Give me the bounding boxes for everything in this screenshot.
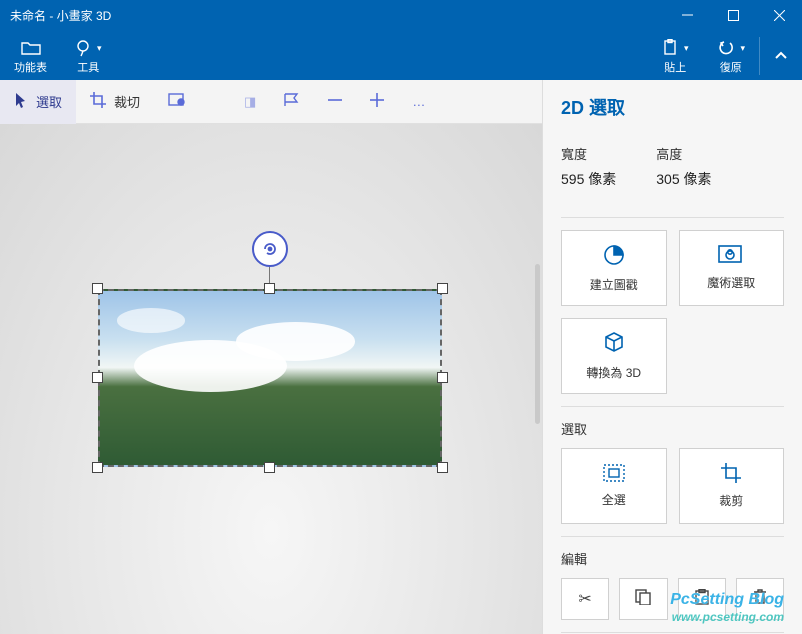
undo-icon: ▾ bbox=[716, 37, 745, 59]
minus-icon bbox=[328, 93, 342, 110]
edit-section-label: 編輯 bbox=[561, 549, 784, 568]
crop-icon bbox=[90, 92, 106, 111]
magic-select-tool-button[interactable] bbox=[154, 80, 200, 124]
tool-plus-button[interactable] bbox=[356, 80, 398, 124]
ribbon: 功能表 ▾ 工具 ▾ 貼上 ▾ 復原 bbox=[0, 30, 802, 80]
tool-3d-button[interactable]: ◨ bbox=[230, 80, 270, 124]
panel-title: 2D 選取 bbox=[561, 94, 784, 120]
plus-icon bbox=[370, 93, 384, 110]
copy-button[interactable] bbox=[619, 578, 667, 620]
copy-icon bbox=[635, 589, 651, 610]
magic-select-button[interactable]: 魔術選取 bbox=[679, 230, 785, 306]
paste-button[interactable]: ▾ 貼上 bbox=[648, 33, 703, 79]
make-3d-button[interactable]: 轉換為 3D bbox=[561, 318, 667, 394]
resize-handle-e[interactable] bbox=[437, 372, 448, 383]
more-icon: … bbox=[412, 94, 427, 109]
collapse-ribbon-button[interactable] bbox=[760, 33, 802, 79]
scissors-icon: ✂ bbox=[578, 589, 591, 609]
window-title: 未命名 - 小畫家 3D bbox=[10, 7, 111, 24]
cursor-icon bbox=[14, 92, 28, 111]
secondary-toolbar: 選取 裁切 ◨ … bbox=[0, 80, 542, 124]
tools-button[interactable]: ▾ 工具 bbox=[61, 33, 116, 79]
canvas-stage[interactable] bbox=[0, 124, 542, 634]
titlebar: 未命名 - 小畫家 3D bbox=[0, 0, 802, 30]
watermark: PcSetting Blog www.pcsetting.com bbox=[670, 590, 784, 624]
rotate-handle[interactable] bbox=[252, 231, 288, 267]
magic-select-icon bbox=[718, 245, 744, 268]
resize-handle-n[interactable] bbox=[264, 283, 275, 294]
selection-box[interactable] bbox=[98, 289, 442, 467]
folder-icon bbox=[21, 37, 41, 59]
sticker-icon bbox=[602, 243, 626, 270]
resize-handle-nw[interactable] bbox=[92, 283, 103, 294]
shape3d-icon: ◨ bbox=[244, 94, 256, 110]
tool-more-button[interactable]: … bbox=[398, 80, 441, 124]
crop-tool-button[interactable]: 裁切 bbox=[76, 80, 154, 124]
make-sticker-button[interactable]: 建立圖戳 bbox=[561, 230, 667, 306]
cube-icon bbox=[602, 331, 626, 358]
paste-icon: ▾ bbox=[662, 37, 689, 59]
balloon-icon: ▾ bbox=[75, 37, 102, 59]
crop-icon bbox=[721, 463, 741, 486]
resize-handle-s[interactable] bbox=[264, 462, 275, 473]
selected-image[interactable] bbox=[98, 289, 442, 467]
magic-select-icon bbox=[168, 93, 186, 110]
width-label: 寬度 bbox=[561, 144, 616, 163]
properties-panel: 2D 選取 寬度 595 像素 高度 305 像素 建立圖戳 魔術選取 bbox=[542, 80, 802, 634]
cut-button[interactable]: ✂ bbox=[561, 578, 609, 620]
height-label: 高度 bbox=[656, 144, 711, 163]
height-value: 305 像素 bbox=[656, 169, 711, 189]
resize-handle-sw[interactable] bbox=[92, 462, 103, 473]
flag-icon bbox=[284, 93, 300, 110]
select-all-icon bbox=[603, 464, 625, 485]
undo-button[interactable]: ▾ 復原 bbox=[702, 33, 759, 79]
maximize-button[interactable] bbox=[710, 0, 756, 30]
select-section-label: 選取 bbox=[561, 419, 784, 438]
minimize-button[interactable] bbox=[664, 0, 710, 30]
menu-button[interactable]: 功能表 bbox=[0, 33, 61, 79]
resize-handle-w[interactable] bbox=[92, 372, 103, 383]
resize-handle-se[interactable] bbox=[437, 462, 448, 473]
crop-button[interactable]: 裁剪 bbox=[679, 448, 785, 524]
canvas-scrollbar[interactable] bbox=[535, 264, 540, 424]
tool-minus-button[interactable] bbox=[314, 80, 356, 124]
select-tool-button[interactable]: 選取 bbox=[0, 80, 76, 124]
width-value: 595 像素 bbox=[561, 169, 616, 189]
tool-flag-button[interactable] bbox=[270, 80, 314, 124]
close-button[interactable] bbox=[756, 0, 802, 30]
select-all-button[interactable]: 全選 bbox=[561, 448, 667, 524]
resize-handle-ne[interactable] bbox=[437, 283, 448, 294]
